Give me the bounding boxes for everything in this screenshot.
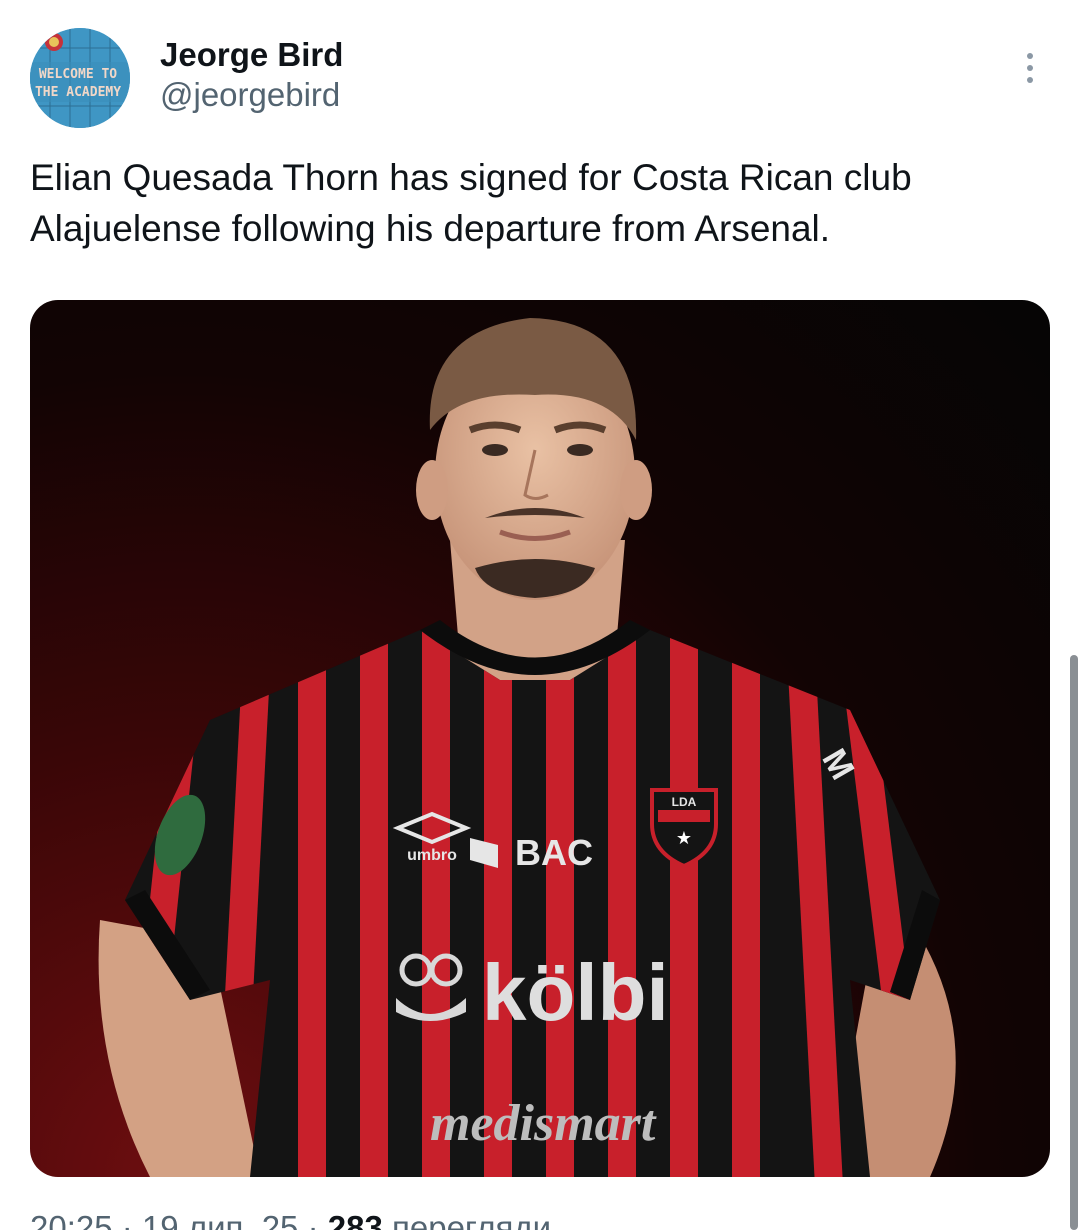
more-vertical-icon	[1027, 53, 1033, 59]
kit-brand-kolbi: kölbi	[482, 948, 669, 1037]
tweet-date[interactable]: 19 лип. 25	[142, 1209, 298, 1230]
tweet-time[interactable]: 20:25	[30, 1209, 113, 1230]
views-label: перегляди	[392, 1209, 552, 1230]
avatar-sign-line-2: THE ACADEMY	[35, 85, 121, 100]
meta-separator: ·	[307, 1209, 319, 1230]
author-handle[interactable]: @jeorgebird	[160, 76, 340, 114]
page-scrollbar[interactable]	[1070, 655, 1078, 1230]
tweet: WELCOME TO THE ACADEMY Jeorge Bird @jeor…	[0, 0, 1080, 1230]
author-avatar[interactable]: WELCOME TO THE ACADEMY	[30, 28, 130, 128]
more-options-button[interactable]	[1012, 46, 1048, 90]
tweet-text: Elian Quesada Thorn has signed for Costa…	[30, 157, 912, 249]
kit-brand-medismart: medismart	[430, 1095, 657, 1152]
kit-brand-bac: BAC	[515, 832, 593, 873]
kit-brand-umbro: umbro	[407, 847, 457, 864]
tweet-media-image[interactable]: umbro BAC LDA ★ kölbi medismart M	[30, 300, 1050, 1177]
player-photo: umbro BAC LDA ★ kölbi medismart M	[98, 318, 956, 1177]
kit-crest-lda: LDA	[672, 795, 697, 809]
more-dot	[1027, 65, 1033, 71]
tweet-meta: 20:25 · 19 лип. 25 · 283 перегляди	[30, 1208, 551, 1230]
avatar-sign-line-1: WELCOME TO	[39, 67, 117, 82]
author-name[interactable]: Jeorge Bird	[160, 36, 343, 74]
meta-separator: ·	[121, 1209, 133, 1230]
more-dot	[1027, 77, 1033, 83]
views-count: 283	[327, 1209, 383, 1230]
crest-star-icon: ★	[676, 828, 692, 849]
